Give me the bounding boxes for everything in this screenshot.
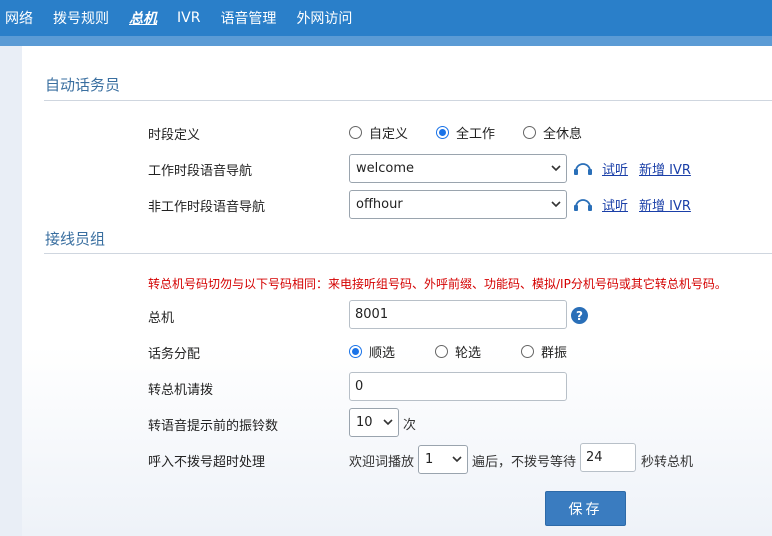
chevron-down-icon [551, 165, 561, 172]
nav-item-dial-rules[interactable]: 拨号规则 [53, 8, 109, 28]
rings-unit: 次 [403, 418, 417, 433]
dial-label: 转总机请拨 [148, 383, 214, 398]
dial-input[interactable] [349, 372, 567, 401]
timeout-middle: 遍后，不拨号等待 [472, 455, 577, 470]
rings-select[interactable]: 10 [349, 408, 399, 437]
section-divider [44, 253, 772, 254]
section-title-operator-group: 接线员组 [45, 230, 106, 248]
nav-item-network[interactable]: 网络 [5, 8, 33, 28]
nav-item-external-access[interactable]: 外网访问 [296, 8, 352, 28]
chevron-down-icon [551, 201, 561, 208]
radio-dot[interactable] [436, 126, 450, 139]
select-value: welcome [356, 161, 415, 176]
work-nav-listen-link[interactable]: 试听 [602, 159, 628, 178]
offwork-nav-label: 非工作时段语音导航 [148, 200, 266, 215]
timeout-label: 呼入不拨号超时处理 [148, 455, 266, 470]
radio-distribution-round-robin[interactable]: 轮选 [435, 342, 481, 361]
select-value: 1 [425, 452, 434, 467]
work-nav-new-ivr-link[interactable]: 新增 IVR [639, 159, 691, 178]
offwork-nav-select[interactable]: offhour [349, 190, 567, 219]
nav-item-operator[interactable]: 总机 [129, 8, 157, 28]
timeout-prefix: 欢迎词播放 [349, 455, 415, 470]
radio-dot[interactable] [349, 126, 362, 139]
top-nav: 网络 拨号规则 总机 IVR 语音管理 外网访问 [0, 0, 772, 36]
radio-period-custom[interactable]: 自定义 [349, 123, 408, 142]
period-radio-group: 自定义 全工作 全休息 [349, 123, 610, 142]
radio-period-all-rest[interactable]: 全休息 [523, 123, 582, 142]
section-title-auto-attendant: 自动话务员 [45, 76, 121, 94]
radio-period-all-work[interactable]: 全工作 [436, 123, 495, 142]
headphone-icon[interactable] [572, 161, 594, 175]
wait-seconds-input[interactable] [580, 443, 636, 472]
radio-distribution-sequential[interactable]: 顺选 [349, 342, 395, 361]
help-icon[interactable]: ? [571, 307, 588, 324]
radio-label: 轮选 [455, 346, 482, 361]
radio-label: 自定义 [369, 127, 409, 142]
radio-distribution-ring-all[interactable]: 群振 [521, 342, 567, 361]
timeout-suffix: 秒转总机 [641, 455, 694, 470]
radio-dot[interactable] [523, 126, 537, 139]
sub-bar [0, 36, 772, 46]
radio-label: 全休息 [543, 127, 583, 142]
radio-label: 群振 [541, 346, 568, 361]
main-number-label: 总机 [148, 311, 175, 326]
play-times-select[interactable]: 1 [418, 445, 468, 474]
work-nav-label: 工作时段语音导航 [148, 164, 253, 179]
radio-label: 全工作 [456, 127, 496, 142]
select-value: offhour [356, 197, 403, 212]
offwork-nav-listen-link[interactable]: 试听 [602, 195, 628, 214]
save-button[interactable]: 保存 [545, 491, 626, 526]
radio-label: 顺选 [369, 346, 396, 361]
chevron-down-icon [383, 419, 393, 426]
period-label: 时段定义 [148, 128, 201, 143]
radio-dot[interactable] [349, 345, 362, 358]
work-nav-select[interactable]: welcome [349, 154, 567, 183]
radio-dot[interactable] [435, 345, 449, 358]
radio-dot[interactable] [521, 345, 535, 358]
nav-item-voice-management[interactable]: 语音管理 [220, 8, 276, 28]
main-number-input[interactable] [349, 300, 567, 329]
operator-number-warning: 转总机号码切勿与以下号码相同：来电接听组号码、外呼前缀、功能码、模拟/IP分机号… [148, 277, 727, 291]
distribution-label: 话务分配 [148, 347, 201, 362]
rings-label: 转语音提示前的振铃数 [148, 419, 279, 434]
select-value: 10 [356, 415, 373, 430]
headphone-icon[interactable] [572, 197, 594, 211]
nav-item-ivr[interactable]: IVR [177, 10, 200, 26]
chevron-down-icon [452, 456, 462, 463]
section-divider [44, 100, 772, 101]
distribution-radio-group: 顺选 轮选 群振 [349, 342, 595, 361]
offwork-nav-new-ivr-link[interactable]: 新增 IVR [639, 195, 691, 214]
